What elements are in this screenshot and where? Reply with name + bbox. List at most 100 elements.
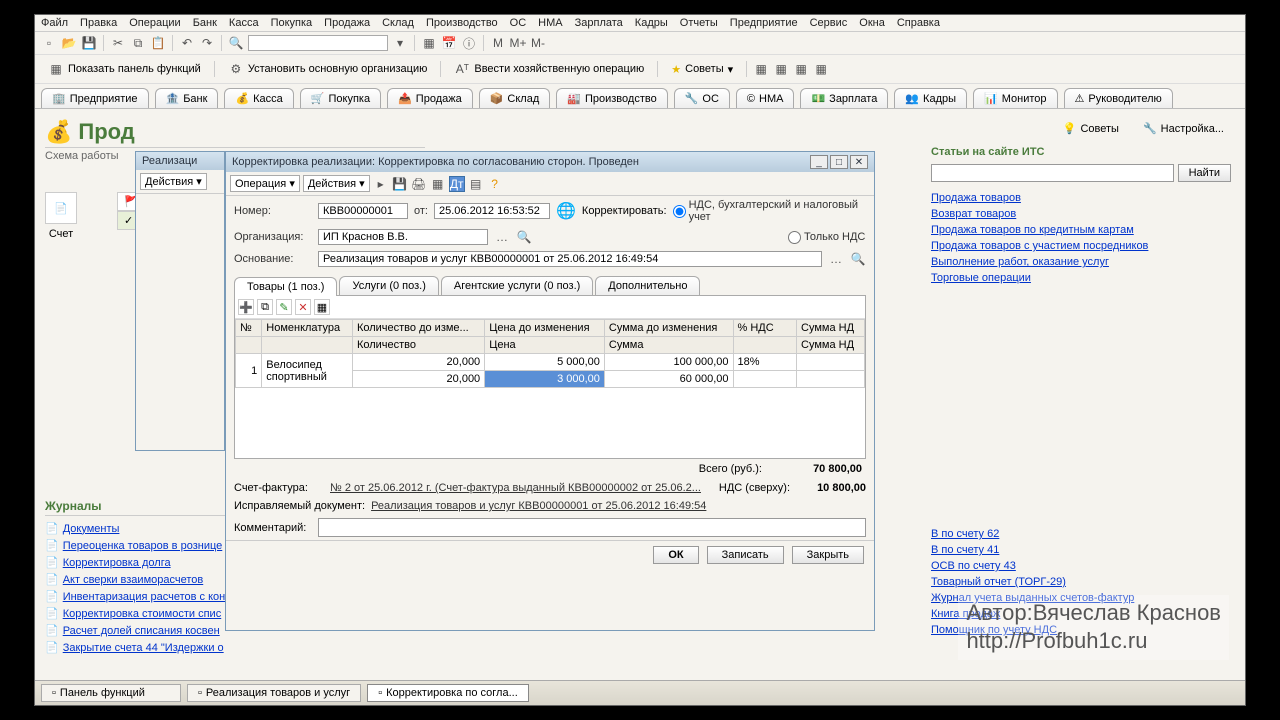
fix-link[interactable]: Реализация товаров и услуг КВВ00000001 о… [371,500,706,512]
select2-icon[interactable]: … [828,251,844,267]
menu-item[interactable]: Производство [426,17,498,29]
menu-item[interactable]: Отчеты [680,17,718,29]
open-icon[interactable]: 📂 [61,35,77,51]
minimize-icon[interactable]: _ [810,155,828,169]
panel-tab[interactable]: ©НМА [736,88,795,108]
info-icon[interactable]: ⓘ [461,35,477,51]
col-subheader[interactable] [236,337,262,354]
its-link[interactable]: Выполнение работ, оказание услуг [931,256,1231,268]
help-icon[interactable]: ? [487,176,503,192]
dt-icon[interactable]: Дт [449,176,465,192]
set-org-button[interactable]: ⚙Установить основную организацию [221,58,435,80]
menu-item[interactable]: Окна [859,17,885,29]
panel-tab[interactable]: 🔧ОС [674,88,730,108]
menu-item[interactable]: Банк [193,17,217,29]
num-input[interactable] [318,203,408,219]
calendar-icon[interactable]: 📅 [441,35,457,51]
close-icon[interactable]: ✕ [850,155,868,169]
save2-icon[interactable]: 💾 [392,176,408,192]
qty-after[interactable]: 20,000 [352,371,484,388]
operation-dropdown[interactable]: Операция ▾ [230,175,300,192]
report4-icon[interactable]: ▦ [813,61,829,77]
qty-before[interactable]: 20,000 [352,354,484,371]
list-icon[interactable]: ▤ [468,176,484,192]
panel-tab[interactable]: 🏦Банк [155,88,219,108]
panel-tab[interactable]: 🏭Производство [556,88,667,108]
base-input[interactable] [318,251,822,267]
dropdown-icon[interactable]: ▾ [392,35,408,51]
col-header[interactable]: % НДС [733,320,797,337]
date-input[interactable] [434,203,550,219]
add-row-icon[interactable]: ➕ [238,299,254,315]
col-subheader[interactable]: Сумма [604,337,733,354]
sum-before[interactable]: 100 000,00 [604,354,733,371]
globe-icon[interactable]: 🌐 [556,201,576,221]
copy-row-icon[interactable]: ⧉ [257,299,273,315]
close-button[interactable]: Закрыть [792,546,864,564]
its-link[interactable]: Торговые операции [931,272,1231,284]
more-icon[interactable]: ▦ [314,299,330,315]
report-icon[interactable]: ▦ [753,61,769,77]
copy-icon[interactable]: ⧉ [130,35,146,51]
menu-item[interactable]: Файл [41,17,68,29]
col-header[interactable]: Количество до изме... [352,320,484,337]
its-link[interactable]: Возврат товаров [931,208,1231,220]
m-icon[interactable]: M [490,35,506,51]
doc-tab[interactable]: Услуги (0 поз.) [339,276,438,295]
menu-item[interactable]: Склад [382,17,414,29]
tips-link[interactable]: 💡Советы [1056,119,1126,138]
undo-icon[interactable]: ↶ [179,35,195,51]
its-link[interactable]: Продажа товаров по кредитным картам [931,224,1231,236]
its-search-button[interactable]: Найти [1178,164,1231,182]
radio-nds[interactable]: Только НДС [788,231,866,244]
save-icon[interactable]: 💾 [81,35,97,51]
menu-item[interactable]: Кадры [635,17,668,29]
sf-link[interactable]: № 2 от 25.06.2012 г. (Счет-фактура выдан… [330,482,701,494]
cut-icon[interactable]: ✂ [110,35,126,51]
post-icon[interactable]: ▸ [373,176,389,192]
report-link[interactable]: В по счету 41 [931,544,1231,556]
panel-tab[interactable]: 📊Монитор [973,88,1057,108]
col-subheader[interactable]: Цена [485,337,605,354]
panel-tab[interactable]: 💵Зарплата [800,88,888,108]
task-button[interactable]: ▫Корректировка по согла... [367,684,529,702]
menu-item[interactable]: Зарплата [575,17,623,29]
col-header[interactable]: Сумма НД [797,320,865,337]
manual-op-button[interactable]: AᵀВвести хозяйственную операцию [447,58,651,80]
org-input[interactable] [318,229,488,245]
panel-tab[interactable]: 📦Склад [479,88,551,108]
menu-item[interactable]: Сервис [810,17,848,29]
journal-item[interactable]: 📄Закрытие счета 44 "Издержки о [45,639,425,656]
search-input[interactable] [248,35,388,51]
col-subheader[interactable]: Количество [352,337,484,354]
col-header[interactable]: Сумма до изменения [604,320,733,337]
comment-input[interactable] [318,518,866,537]
task-button[interactable]: ▫Панель функций [41,684,181,702]
redo-icon[interactable]: ↷ [199,35,215,51]
edit-row-icon[interactable]: ✎ [276,299,292,315]
select-icon[interactable]: … [494,229,510,245]
doc-tab[interactable]: Агентские услуги (0 поз.) [441,276,593,295]
menu-item[interactable]: Продажа [324,17,370,29]
report-link[interactable]: Товарный отчет (ТОРГ-29) [931,576,1231,588]
m-minus-icon[interactable]: M- [530,35,546,51]
search-icon[interactable]: 🔍 [228,35,244,51]
calc-icon[interactable]: ▦ [421,35,437,51]
price-after[interactable]: 3 000,00 [485,371,605,388]
panel-tab[interactable]: 🛒Покупка [300,88,381,108]
doc-tab[interactable]: Дополнительно [595,276,700,295]
panel-tab[interactable]: 💰Касса [224,88,293,108]
actions2-dropdown[interactable]: Действия ▾ [303,175,370,192]
menu-item[interactable]: ОС [510,17,527,29]
report3-icon[interactable]: ▦ [793,61,809,77]
tips-button[interactable]: ★Советы ▾ [664,60,740,79]
print-icon[interactable]: 🖨 [411,176,427,192]
paste-icon[interactable]: 📋 [150,35,166,51]
col-header[interactable]: № [236,320,262,337]
its-link[interactable]: Продажа товаров с участием посредников [931,240,1231,252]
doc-tab[interactable]: Товары (1 поз.) [234,277,337,296]
row-name[interactable]: Велосипед спортивный [262,354,353,388]
col-header[interactable]: Номенклатура [262,320,353,337]
del-row-icon[interactable]: ✕ [295,299,311,315]
panel-tab[interactable]: 📤Продажа [387,88,473,108]
